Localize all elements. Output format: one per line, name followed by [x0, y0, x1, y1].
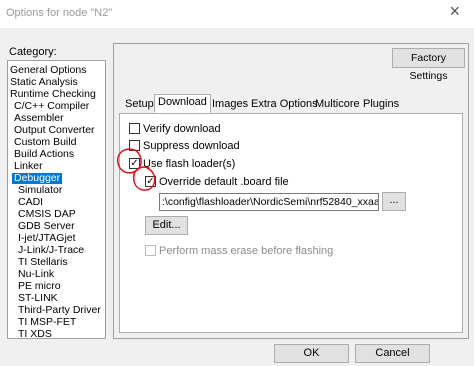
category-general-options[interactable]: General Options — [10, 65, 86, 76]
category-cmsis-dap[interactable]: CMSIS DAP — [18, 209, 76, 220]
category-third-party-driver[interactable]: Third-Party Driver — [18, 305, 101, 316]
override-board-label: Override default .board file — [159, 176, 289, 188]
title-bar: Options for node "N2" × — [0, 0, 474, 28]
browse-button[interactable]: ... — [382, 192, 406, 211]
board-file-path-input[interactable]: :\config\flashloader\NordicSemi\nrf52840… — [159, 193, 379, 211]
category-runtime-checking[interactable]: Runtime Checking — [10, 89, 96, 100]
window-title: Options for node "N2" — [6, 7, 113, 19]
tab-plugins[interactable]: Plugins — [359, 96, 403, 113]
factory-settings-button[interactable]: Factory Settings — [392, 48, 465, 82]
tab-download[interactable]: Download — [154, 94, 211, 113]
verify-download-checkbox[interactable] — [129, 122, 140, 134]
tab-images[interactable]: Images — [208, 96, 252, 113]
category-ti-xds[interactable]: TI XDS — [18, 329, 52, 339]
category-jlink-jtrace[interactable]: J-Link/J-Trace — [18, 245, 84, 256]
edit-button[interactable]: Edit... — [145, 216, 188, 235]
override-board-checkbox[interactable]: ✓ — [145, 175, 156, 187]
ok-button[interactable]: OK — [274, 344, 349, 363]
category-st-link[interactable]: ST-LINK — [18, 293, 58, 304]
use-flash-loader-row[interactable]: ✓ Use flash loader(s) — [129, 157, 236, 172]
verify-download-row[interactable]: Verify download — [129, 122, 221, 137]
suppress-download-label: Suppress download — [143, 140, 240, 152]
use-flash-loader-label: Use flash loader(s) — [143, 158, 236, 170]
category-ijet-jtagjet[interactable]: I-jet/JTAGjet — [18, 233, 76, 244]
category-tree[interactable]: General Options Static Analysis Runtime … — [7, 60, 106, 339]
mass-erase-checkbox[interactable] — [145, 244, 156, 256]
category-simulator[interactable]: Simulator — [18, 185, 62, 196]
tab-multicore[interactable]: Multicore — [311, 96, 364, 113]
tab-setup[interactable]: Setup — [121, 96, 158, 113]
suppress-download-row[interactable]: Suppress download — [129, 139, 240, 154]
category-debugger[interactable]: Debugger — [12, 173, 63, 184]
category-custom-build[interactable]: Custom Build — [14, 137, 76, 148]
category-static-analysis[interactable]: Static Analysis — [10, 77, 78, 88]
category-label: Category: — [9, 46, 57, 58]
mass-erase-row[interactable]: Perform mass erase before flashing — [145, 244, 334, 259]
use-flash-loader-checkbox[interactable]: ✓ — [129, 157, 140, 169]
category-c-cpp-compiler[interactable]: C/C++ Compiler — [14, 101, 89, 112]
category-pe-micro[interactable]: PE micro — [18, 281, 61, 292]
verify-download-label: Verify download — [143, 123, 221, 135]
close-icon[interactable]: × — [449, 2, 460, 20]
category-ti-stellaris[interactable]: TI Stellaris — [18, 257, 68, 268]
category-build-actions[interactable]: Build Actions — [14, 149, 74, 160]
mass-erase-label: Perform mass erase before flashing — [159, 245, 334, 257]
category-cadi[interactable]: CADI — [18, 197, 43, 208]
category-linker[interactable]: Linker — [14, 161, 43, 172]
category-gdb-server[interactable]: GDB Server — [18, 221, 75, 232]
category-nu-link[interactable]: Nu-Link — [18, 269, 54, 280]
override-board-row[interactable]: ✓ Override default .board file — [145, 175, 289, 190]
suppress-download-checkbox[interactable] — [129, 139, 140, 151]
category-assembler[interactable]: Assembler — [14, 113, 64, 124]
cancel-button[interactable]: Cancel — [355, 344, 430, 363]
category-output-converter[interactable]: Output Converter — [14, 125, 95, 136]
category-ti-msp-fet[interactable]: TI MSP-FET — [18, 317, 76, 328]
